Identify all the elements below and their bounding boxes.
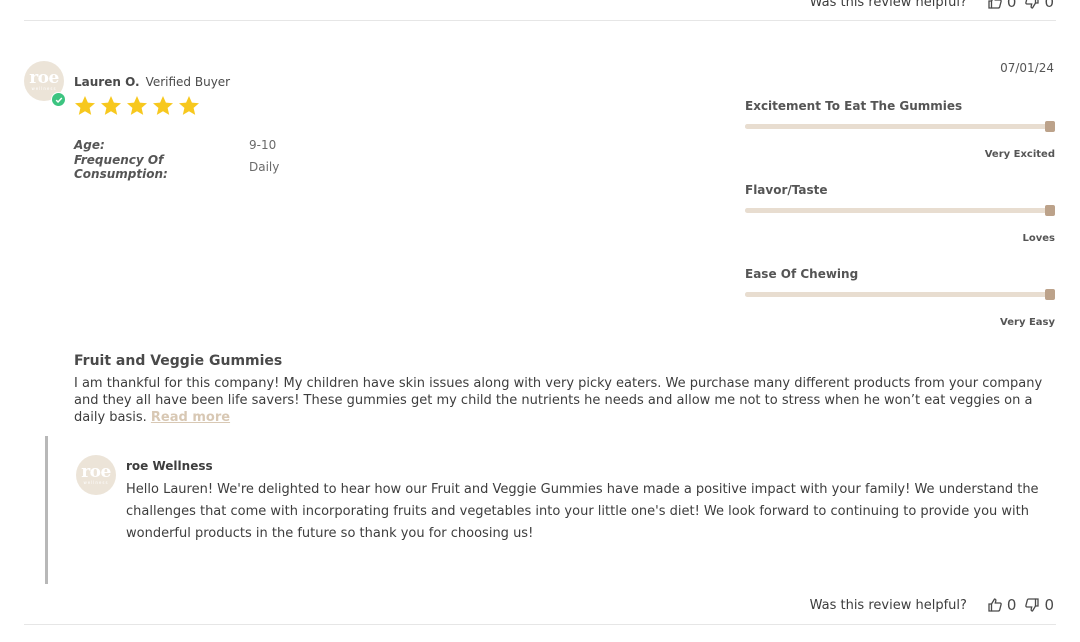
verified-buyer-label: Verified Buyer bbox=[145, 75, 231, 89]
downvote-button[interactable]: 0 bbox=[1024, 0, 1054, 11]
slider-fill bbox=[745, 208, 1055, 213]
upvote-count: 0 bbox=[1006, 596, 1017, 614]
read-more-link[interactable]: Read more bbox=[151, 410, 230, 425]
star-icon bbox=[179, 96, 199, 115]
upvote-count: 0 bbox=[1006, 0, 1017, 11]
slider-knob bbox=[1045, 205, 1055, 216]
review-date: 07/01/24 bbox=[1000, 61, 1054, 75]
slider-fill bbox=[745, 292, 1055, 297]
attribute-value: Daily bbox=[249, 160, 280, 174]
reply-body: Hello Lauren! We're delighted to hear ho… bbox=[126, 482, 1039, 541]
slider-fill bbox=[745, 124, 1055, 129]
store-avatar: roe wellness bbox=[76, 455, 116, 495]
helpful-row-previous: Was this review helpful? 0 0 bbox=[810, 0, 1054, 11]
reply-author: roe Wellness bbox=[126, 459, 213, 473]
downvote-count: 0 bbox=[1044, 0, 1054, 11]
star-icon bbox=[127, 96, 147, 115]
slider-knob bbox=[1045, 289, 1055, 300]
upvote-button[interactable]: 0 bbox=[987, 596, 1017, 614]
slider-value-label: Very Easy bbox=[1000, 317, 1055, 328]
attribute-value: 9-10 bbox=[249, 138, 277, 152]
upvote-button[interactable]: 0 bbox=[987, 0, 1017, 11]
thumbs-up-icon bbox=[988, 598, 1002, 612]
review-body: I am thankful for this company! My child… bbox=[74, 375, 1056, 426]
downvote-button[interactable]: 0 bbox=[1024, 596, 1054, 614]
star-rating bbox=[73, 94, 201, 118]
helpful-label: Was this review helpful? bbox=[809, 0, 967, 10]
reviewer-name: Lauren O. bbox=[74, 75, 140, 89]
slider-chewing: Ease Of Chewing Very Easy bbox=[745, 267, 1055, 351]
star-icon bbox=[153, 96, 173, 115]
thumbs-down-icon bbox=[1025, 598, 1040, 612]
reviewer-info: Lauren O. Verified Buyer bbox=[74, 75, 230, 89]
slider-title: Ease Of Chewing bbox=[745, 267, 859, 281]
review-attributes: Age: 9-10 Frequency Of Consumption: Dail… bbox=[74, 134, 280, 181]
slider-excitement: Excitement To Eat The Gummies Very Excit… bbox=[745, 99, 1055, 183]
thumbs-up-icon bbox=[988, 0, 1002, 9]
helpful-row: Was this review helpful? 0 0 bbox=[810, 596, 1054, 614]
slider-track bbox=[745, 121, 1055, 132]
slider-title: Flavor/Taste bbox=[745, 183, 828, 197]
slider-knob bbox=[1045, 121, 1055, 132]
avatar-logo-sub: wellness bbox=[83, 480, 109, 485]
star-icon bbox=[101, 96, 121, 115]
thumbs-down-icon bbox=[1025, 0, 1040, 9]
attribute-key: Frequency Of Consumption: bbox=[74, 153, 168, 181]
downvote-count: 0 bbox=[1044, 596, 1054, 614]
reply-indicator-bar bbox=[45, 436, 48, 584]
star-icon bbox=[75, 96, 95, 115]
avatar-logo: roe bbox=[29, 68, 59, 88]
attribute-row: Frequency Of Consumption: Daily bbox=[74, 153, 280, 181]
slider-value-label: Loves bbox=[1022, 233, 1056, 244]
attribute-key: Age: bbox=[74, 138, 105, 152]
avatar-logo-sub: wellness bbox=[31, 86, 57, 91]
avatar-logo: roe bbox=[81, 462, 111, 482]
review-divider bbox=[24, 624, 1056, 625]
verified-badge bbox=[51, 92, 66, 107]
helpful-label: Was this review helpful? bbox=[809, 597, 967, 613]
check-icon bbox=[55, 97, 62, 103]
slider-track bbox=[745, 289, 1055, 300]
slider-value-label: Very Excited bbox=[984, 149, 1055, 160]
slider-title: Excitement To Eat The Gummies bbox=[745, 99, 963, 113]
slider-flavor: Flavor/Taste Loves bbox=[745, 183, 1055, 267]
review-divider bbox=[24, 20, 1056, 21]
slider-track bbox=[745, 205, 1055, 216]
review-title: Fruit and Veggie Gummies bbox=[74, 353, 283, 369]
rating-sliders: Excitement To Eat The Gummies Very Excit… bbox=[745, 99, 1055, 351]
